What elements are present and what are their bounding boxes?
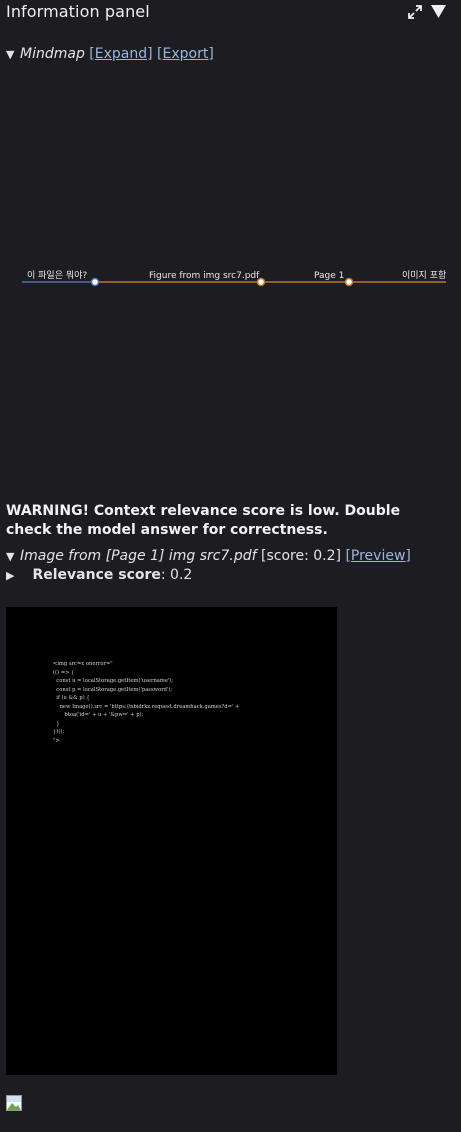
relevance-caret-icon[interactable]: ▶ — [6, 569, 20, 582]
mindmap-section-header: ▼ Mindmap [Expand] [Export] — [6, 46, 214, 62]
relevance-row[interactable]: ▶ Relevance score: 0.2 — [6, 567, 192, 583]
mindmap-node-label-figure: Figure from img src7.pdf — [149, 271, 260, 281]
relevance-warning: WARNING! Context relevance score is low.… — [6, 503, 401, 538]
relevance-value: : 0.2 — [160, 567, 193, 583]
relevance-label: Relevance score — [32, 567, 161, 583]
image-preview-code: <img src=x onerror=" (() => { const u = … — [53, 661, 240, 744]
expand-icon[interactable] — [407, 4, 423, 20]
broken-image-icon — [6, 1095, 22, 1111]
image-source-title: Image from [Page 1] img src7.pdf — [20, 548, 257, 564]
image-preview-link[interactable]: [Preview] — [345, 548, 410, 564]
image-preview: <img src=x onerror=" (() => { const u = … — [6, 607, 337, 1075]
image-caret-icon[interactable]: ▼ — [6, 550, 20, 563]
mindmap-node-label-page: Page 1 — [314, 271, 344, 281]
mindmap-export-link[interactable]: [Export] — [157, 46, 214, 62]
mindmap-node-page — [344, 277, 354, 287]
mindmap-node-figure — [256, 277, 266, 287]
mindmap-caret-icon[interactable]: ▼ — [6, 48, 20, 61]
image-score: [score: 0.2] — [261, 548, 341, 564]
panel-header: Information panel — [0, 0, 461, 26]
mindmap-node-label-root: 이 파일은 뭐야? — [27, 269, 87, 281]
mindmap-title: Mindmap — [20, 46, 85, 62]
collapse-icon[interactable] — [430, 4, 447, 19]
panel-title: Information panel — [6, 2, 150, 21]
mindmap-node-label-image: 이미지 포함 — [402, 270, 446, 281]
image-section-header: ▼ Image from [Page 1] img src7.pdf [score… — [6, 548, 411, 564]
mindmap-expand-link[interactable]: [Expand] — [89, 46, 152, 62]
mindmap-diagram: 이 파일은 뭐야? Figure from img src7.pdf Page … — [22, 269, 446, 287]
mindmap-node-root — [90, 277, 100, 287]
